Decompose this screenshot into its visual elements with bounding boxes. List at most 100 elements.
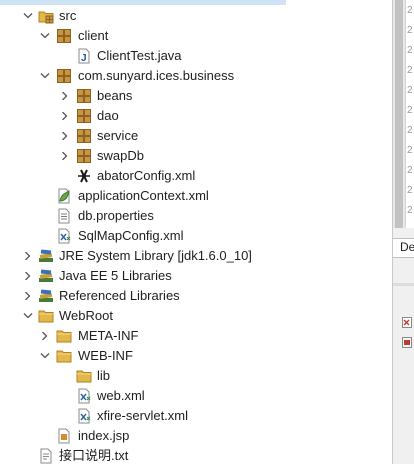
chevron-down-icon[interactable] — [22, 306, 34, 326]
chevron-down-icon[interactable] — [39, 346, 51, 366]
tree-item[interactable]: JRE System Library [jdk1.6.0_10] — [0, 246, 390, 266]
chevron-right-icon[interactable] — [22, 266, 34, 286]
tree-item-label: service — [97, 128, 139, 143]
jsp-file-icon — [56, 428, 72, 444]
package-icon — [76, 128, 92, 144]
folder-icon — [56, 328, 72, 344]
package-icon — [76, 108, 92, 124]
tree-item-label: swapDb — [97, 148, 144, 163]
tree-item[interactable]: xfire-servlet.xml — [0, 406, 390, 426]
xml-file-icon — [76, 388, 92, 404]
tree-item[interactable]: index.jsp — [0, 426, 390, 446]
tree-item-label: SqlMapConfig.xml — [78, 228, 184, 243]
tree-item[interactable]: SqlMapConfig.xml — [0, 226, 390, 246]
tree-item[interactable]: J ClientTest.java — [0, 46, 390, 66]
tree-item-label: Referenced Libraries — [59, 288, 180, 303]
tree-item-label: xfire-servlet.xml — [97, 408, 189, 423]
gutter-digit: 2 — [407, 45, 413, 56]
tree-item[interactable]: WEB-INF — [0, 346, 390, 366]
tree-item-label: Java EE 5 Libraries — [59, 268, 172, 283]
tree-item[interactable]: 接口说明.txt — [0, 446, 390, 464]
tree-item[interactable]: lib — [0, 366, 390, 386]
package-icon — [76, 148, 92, 164]
tree-item[interactable]: db.properties — [0, 206, 390, 226]
gutter-digit: 2 — [407, 205, 413, 216]
tree-item-label: META-INF — [78, 328, 139, 343]
folder-icon — [38, 308, 54, 324]
tree-item[interactable]: applicationContext.xml — [0, 186, 390, 206]
tree-item-label: lib — [97, 368, 111, 383]
abator-xml-icon — [76, 168, 92, 184]
tree-item-label: client — [78, 28, 109, 43]
gutter-digit: 2 — [407, 165, 413, 176]
gutter-digit: 2 — [407, 125, 413, 136]
tree-item[interactable]: dao — [0, 106, 390, 126]
tab-de[interactable]: De — [393, 238, 414, 258]
vertical-scrollbar[interactable] — [393, 0, 406, 228]
package-icon — [76, 88, 92, 104]
chevron-down-icon[interactable] — [39, 66, 51, 86]
marker-icon — [402, 316, 412, 328]
gutter-digit: 2 — [407, 5, 413, 16]
editor-edge: 2 2 2 2 2 2 2 2 2 2 2 — [406, 0, 414, 228]
chevron-down-icon[interactable] — [22, 6, 34, 26]
tree-item-label: ClientTest.java — [97, 48, 182, 63]
tree-item-label: com.sunyard.ices.business — [78, 68, 235, 83]
gutter-digit: 2 — [407, 65, 413, 76]
tree-item[interactable]: src — [0, 6, 390, 26]
gutter-digit: 2 — [407, 185, 413, 196]
package-explorer-tree: src client J ClientTest.java com.sunyard.ice… — [0, 0, 400, 464]
tree-item[interactable]: service — [0, 126, 390, 146]
tree-item[interactable]: beans — [0, 86, 390, 106]
library-icon — [38, 248, 54, 264]
package-icon — [56, 28, 72, 44]
svg-text:J: J — [81, 53, 87, 64]
tab-de-label: De — [400, 240, 414, 254]
chevron-right-icon[interactable] — [22, 246, 34, 266]
tree-item-label: dao — [97, 108, 119, 123]
tree-item-label: applicationContext.xml — [78, 188, 209, 203]
tree-item[interactable]: Referenced Libraries — [0, 286, 390, 306]
tree-item-label: JRE System Library [jdk1.6.0_10] — [59, 248, 252, 263]
chevron-right-icon[interactable] — [59, 146, 71, 166]
tree-item-label: index.jsp — [78, 428, 130, 443]
tree-item[interactable]: client — [0, 26, 390, 46]
tree-item-label: abatorConfig.xml — [97, 168, 196, 183]
marker-icon — [402, 336, 412, 348]
chevron-right-icon[interactable] — [59, 106, 71, 126]
xml-file-icon — [76, 408, 92, 424]
library-icon — [38, 268, 54, 284]
spring-xml-icon — [56, 188, 72, 204]
chevron-right-icon[interactable] — [22, 286, 34, 306]
chevron-right-icon[interactable] — [59, 86, 71, 106]
selected-row-edge — [0, 0, 286, 5]
gutter-digit: 2 — [407, 145, 413, 156]
tree-item[interactable]: swapDb — [0, 146, 390, 166]
java-file-icon: J — [76, 48, 92, 64]
tree-item[interactable]: web.xml — [0, 386, 390, 406]
package-icon — [56, 68, 72, 84]
tree-item-label: WEB-INF — [78, 348, 133, 363]
source-folder-icon — [38, 8, 54, 24]
tree-item-label: web.xml — [97, 388, 145, 403]
properties-file-icon — [56, 208, 72, 224]
text-file-icon — [38, 448, 54, 464]
tree-item[interactable]: WebRoot — [0, 306, 390, 326]
tree-item-label: beans — [97, 88, 133, 103]
tree-item-label: db.properties — [78, 208, 154, 223]
panel-divider[interactable] — [393, 283, 414, 286]
tree-item[interactable]: abatorConfig.xml — [0, 166, 390, 186]
editor-side-panel: 2 2 2 2 2 2 2 2 2 2 2 De — [392, 0, 414, 464]
scrollbar-thumb[interactable] — [395, 0, 403, 228]
tree-item[interactable]: META-INF — [0, 326, 390, 346]
folder-icon — [56, 348, 72, 364]
chevron-right-icon[interactable] — [39, 326, 51, 346]
tree-item[interactable]: Java EE 5 Libraries — [0, 266, 390, 286]
chevron-right-icon[interactable] — [59, 126, 71, 146]
gutter-digit: 2 — [407, 85, 413, 96]
chevron-down-icon[interactable] — [39, 26, 51, 46]
xml-file-icon — [56, 228, 72, 244]
tree-item[interactable]: com.sunyard.ices.business — [0, 66, 390, 86]
tree-item-label: WebRoot — [59, 308, 113, 323]
tree-item-label: src — [59, 8, 77, 23]
